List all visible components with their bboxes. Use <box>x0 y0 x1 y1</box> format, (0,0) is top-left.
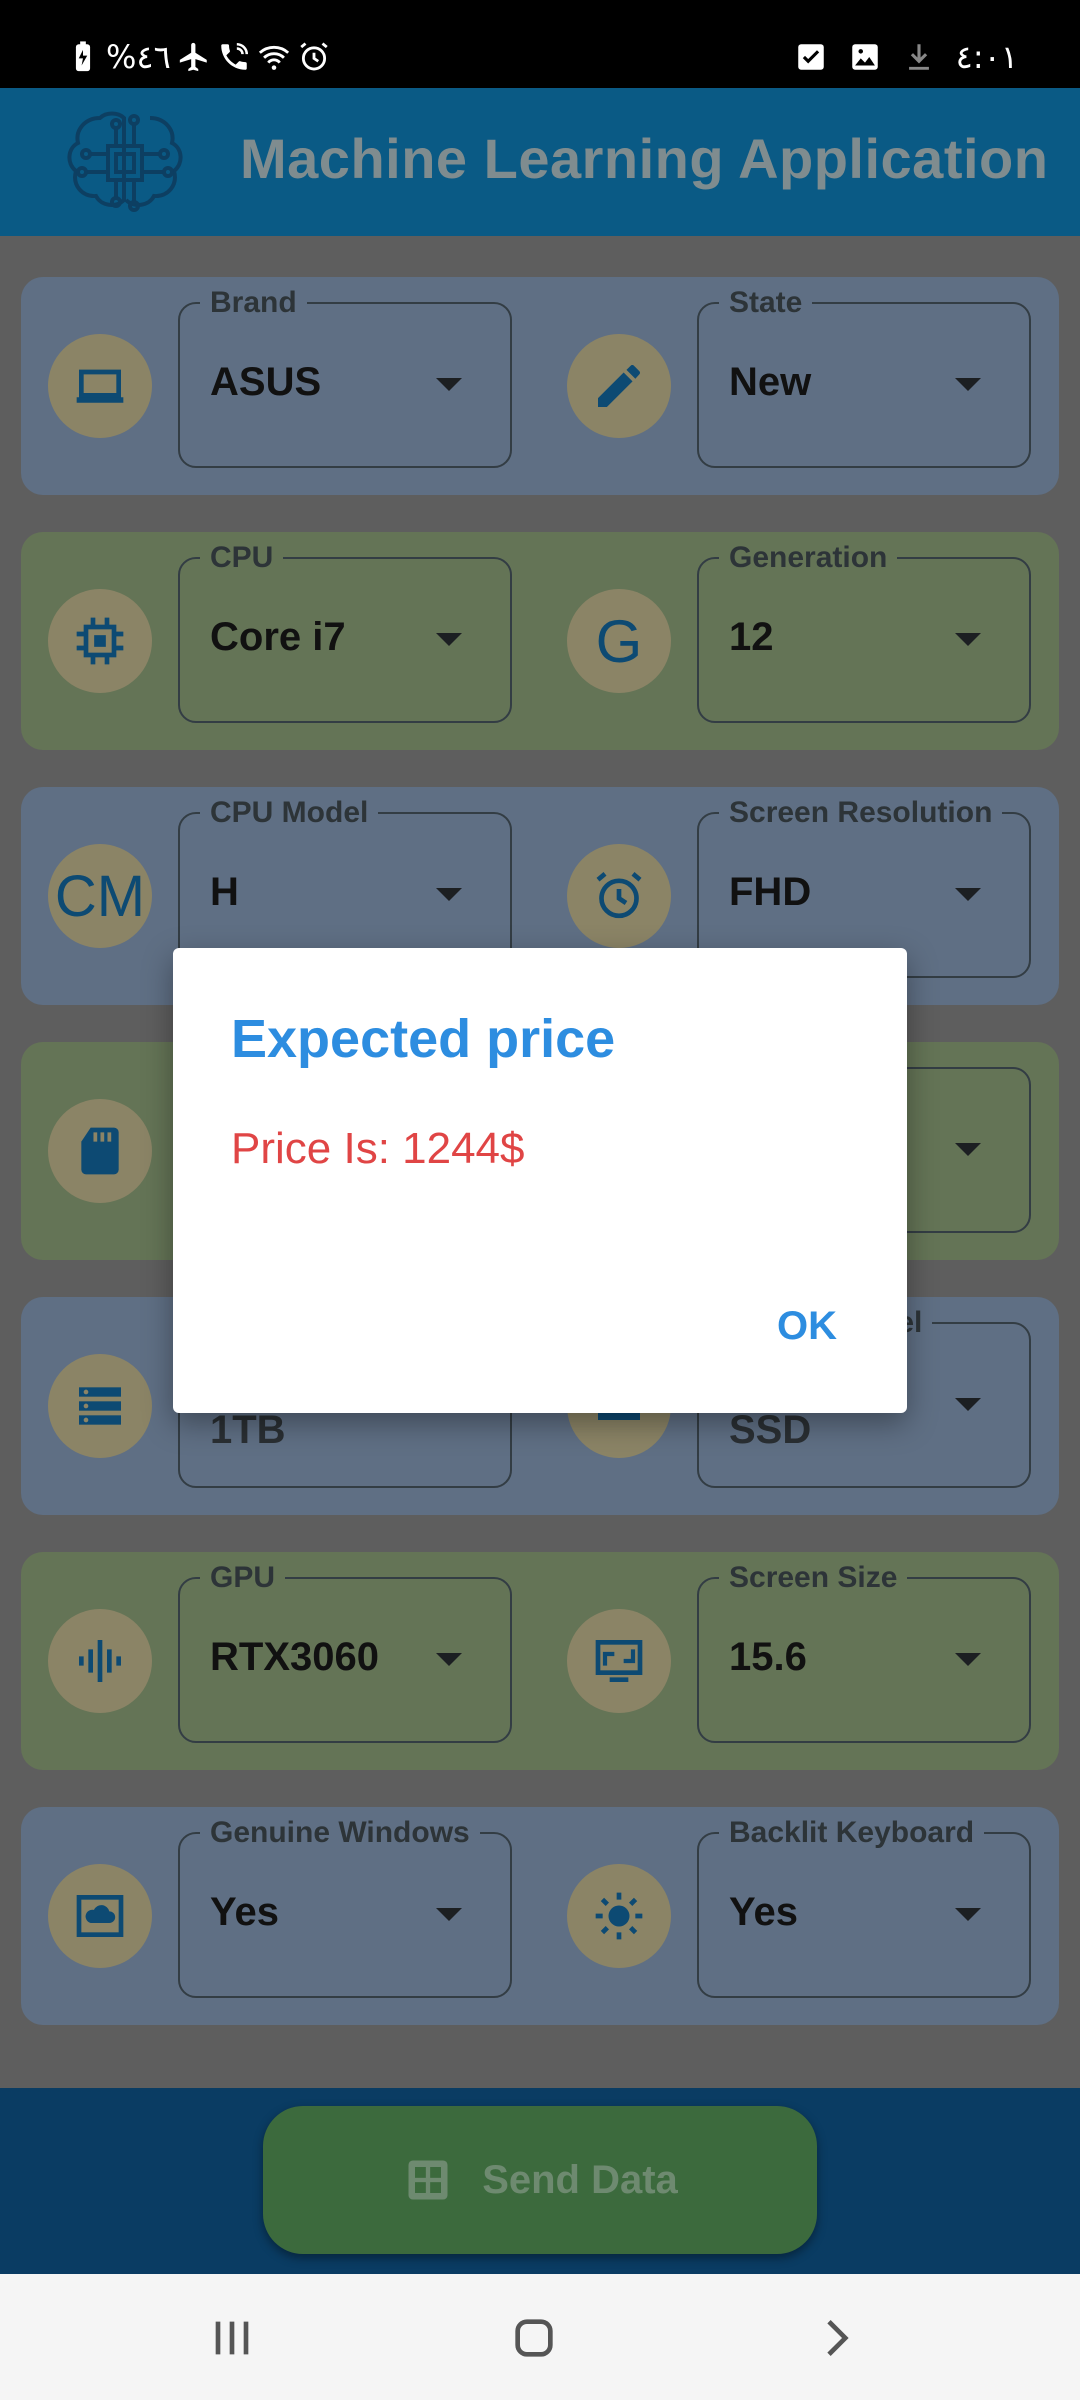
price-dialog: Expected price Price Is: 1244$ OK <box>173 948 907 1413</box>
brand-value: ASUS <box>210 360 322 404</box>
cpu-model-letter-icon: CM <box>48 844 152 948</box>
generation-dropdown[interactable]: Generation 12 <box>697 541 1031 723</box>
send-data-button[interactable]: Send Data <box>263 2106 817 2254</box>
chevron-down-icon <box>436 633 462 646</box>
clock: ٤:٠١ <box>955 38 1018 76</box>
battery-percent: %٤٦ <box>106 38 171 76</box>
brand-label: Brand <box>200 286 307 320</box>
ok-button[interactable]: OK <box>777 1304 837 1349</box>
screen-size-label: Screen Size <box>719 1561 908 1595</box>
cpu-model-label: CPU Model <box>200 796 379 830</box>
backlit-keyboard-dropdown[interactable]: Backlit Keyboard Yes <box>697 1816 1031 1998</box>
cpu-model-value: H <box>210 870 239 914</box>
state-dropdown[interactable]: State New <box>697 286 1031 468</box>
status-right: ٤:٠١ <box>794 38 1018 76</box>
cpu-dropdown[interactable]: CPU Core i7 <box>178 541 512 723</box>
generation-label: Generation <box>719 541 898 575</box>
backlit-keyboard-value: Yes <box>729 1890 798 1934</box>
screen-resolution-label: Screen Resolution <box>719 796 1003 830</box>
battery-icon <box>75 41 91 72</box>
chevron-down-icon <box>955 1908 981 1921</box>
send-data-label: Send Data <box>482 2157 678 2202</box>
chevron-down-icon <box>436 1653 462 1666</box>
back-icon[interactable] <box>808 2310 864 2366</box>
chip-icon <box>48 589 152 693</box>
card-windows-backlit: Genuine Windows Yes Backlit Keyboard Yes <box>21 1807 1059 2025</box>
gpu-dropdown[interactable]: GPU RTX3060 <box>178 1561 512 1743</box>
download-icon <box>908 44 929 70</box>
app-bar: Machine Learning Application <box>0 88 1080 236</box>
check-notification-icon <box>797 44 824 70</box>
generation-value: 12 <box>729 615 774 659</box>
home-icon[interactable] <box>506 2310 562 2366</box>
alarm-icon <box>300 42 328 71</box>
chevron-down-icon <box>955 378 981 391</box>
state-value: New <box>729 360 812 404</box>
genuine-windows-value: Yes <box>210 1890 279 1934</box>
backlit-keyboard-label: Backlit Keyboard <box>719 1816 985 1850</box>
screen-size-dropdown[interactable]: Screen Size 15.6 <box>697 1561 1031 1743</box>
airplane-icon <box>179 42 207 72</box>
genuine-windows-label: Genuine Windows <box>200 1816 480 1850</box>
sd-card-icon <box>48 1099 152 1203</box>
screen-icon <box>567 1609 671 1713</box>
graphic-eq-icon <box>48 1609 152 1713</box>
storage-icon <box>48 1354 152 1458</box>
cpu-label: CPU <box>200 541 284 575</box>
brain-circuit-logo <box>67 111 183 212</box>
chevron-down-icon <box>436 1908 462 1921</box>
brand-dropdown[interactable]: Brand ASUS <box>178 286 512 468</box>
chevron-down-icon <box>436 378 462 391</box>
chevron-down-icon <box>436 888 462 901</box>
cpu-value: Core i7 <box>210 615 346 659</box>
wifi-icon <box>258 45 289 70</box>
gpu-label: GPU <box>200 1561 286 1595</box>
card-cpu-generation: CPU Core i7 G Generation 12 <box>21 532 1059 750</box>
screen-resolution-value: FHD <box>729 870 812 914</box>
grid-icon <box>408 2160 448 2200</box>
gpu-value: RTX3060 <box>210 1635 379 1679</box>
chevron-down-icon <box>955 888 981 901</box>
chevron-down-icon <box>955 633 981 646</box>
image-notification-icon <box>851 44 878 70</box>
screen-size-value: 15.6 <box>729 1635 807 1679</box>
alarm-icon <box>567 844 671 948</box>
laptop-icon <box>48 334 152 438</box>
genuine-windows-dropdown[interactable]: Genuine Windows Yes <box>178 1816 512 1998</box>
dialog-title: Expected price <box>231 1009 616 1069</box>
dialog-price-message: Price Is: 1244$ <box>231 1124 525 1173</box>
wifi-call-icon <box>221 42 248 70</box>
app-title: Machine Learning Application <box>240 127 1049 190</box>
state-label: State <box>719 286 813 320</box>
chevron-down-icon <box>955 1143 981 1156</box>
card-gpu-screensize: GPU RTX3060 Screen Size 15.6 <box>21 1552 1059 1770</box>
cloud-window-icon <box>48 1864 152 1968</box>
status-bar: %٤٦ ٤:٠١ <box>0 0 1080 88</box>
card-brand-state: Brand ASUS State New <box>21 277 1059 495</box>
chevron-down-icon <box>955 1653 981 1666</box>
status-left: %٤٦ <box>66 38 331 76</box>
chevron-down-icon <box>955 1398 981 1411</box>
system-nav-bar <box>0 2274 1080 2400</box>
recent-apps-icon[interactable] <box>204 2310 260 2366</box>
generation-letter-icon: G <box>567 589 671 693</box>
storage-model-value: SSD <box>729 1408 812 1452</box>
storage-value: 1TB <box>210 1408 286 1452</box>
pencil-icon <box>567 334 671 438</box>
brightness-icon <box>567 1864 671 1968</box>
